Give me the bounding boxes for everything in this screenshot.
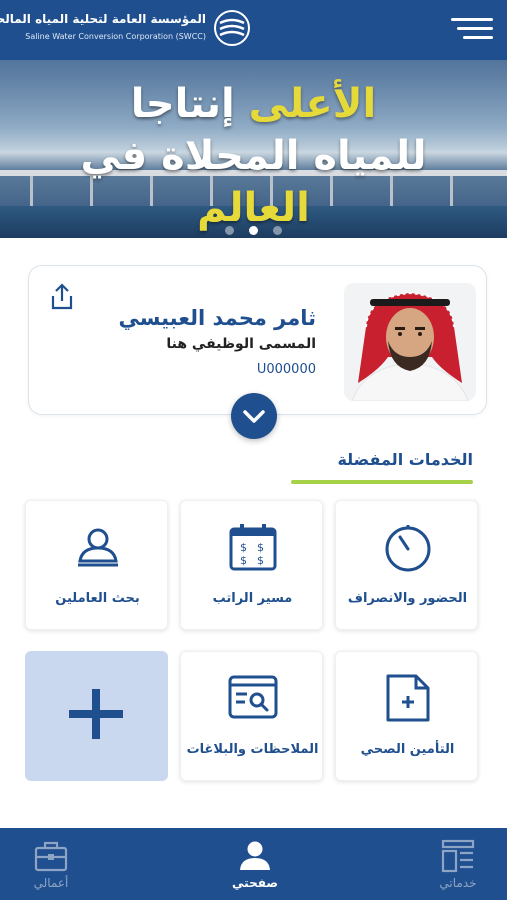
chevron-down-icon [243, 410, 265, 423]
health-insurance-icon [386, 674, 430, 722]
notes-search-icon [228, 675, 278, 719]
employee-search-icon [78, 528, 118, 567]
tile-label: التأمين الصحي [360, 742, 455, 757]
banner-line-1: الأعلى إنتاجا [0, 78, 507, 130]
top-header: المؤسسة العامة لتحلية المياه المالحة Sal… [0, 0, 507, 60]
nav-my-page[interactable]: صفحتي [210, 828, 300, 900]
tile-label: الحضور والانصراف [347, 591, 468, 606]
avatar [344, 283, 476, 401]
banner-line-2: للمياه المحلاة في [80, 133, 427, 179]
nav-my-services[interactable]: خدماتي [413, 828, 503, 900]
banner-pagination [0, 220, 507, 235]
nav-my-work[interactable]: أعمالي [6, 828, 96, 900]
favorites-title-underline [291, 480, 473, 484]
tile-label: الملاحظات والبلاغات [186, 742, 319, 757]
nav-label: صفحتي [232, 876, 278, 890]
banner-word: إنتاجا [130, 81, 235, 127]
tile-notes-reports[interactable]: الملاحظات والبلاغات [180, 651, 323, 781]
briefcase-icon [34, 841, 68, 872]
tile-label: بحث العاملين [55, 591, 140, 606]
expand-profile-button[interactable] [231, 393, 277, 439]
logo-arabic-text: المؤسسة العامة لتحلية المياه المالحة [0, 12, 206, 26]
banner-headline: الأعلى إنتاجا للمياه المحلاة في العالم [0, 78, 507, 234]
nav-label: أعمالي [33, 876, 69, 890]
svg-text:$: $ [257, 554, 264, 567]
tile-health-insurance[interactable]: التأمين الصحي [335, 651, 478, 781]
bottom-navigation: خدماتي صفحتي أعمالي [0, 828, 507, 900]
avatar-photo [344, 283, 476, 401]
share-icon[interactable] [47, 282, 77, 312]
banner-dot-active[interactable] [249, 226, 258, 235]
add-favorite-button[interactable] [25, 651, 168, 781]
payroll-calendar-icon: $ $ $ $ [229, 524, 277, 571]
banner-dot[interactable] [224, 226, 234, 235]
tile-employee-search[interactable]: بحث العاملين [25, 500, 168, 630]
dashboard-icon [441, 839, 475, 873]
tile-attendance[interactable]: الحضور والانصراف [335, 500, 478, 630]
tile-label: مسير الراتب [212, 591, 293, 606]
logo-english-text: Saline Water Conversion Corporation (SWC… [25, 32, 206, 41]
timer-icon [385, 525, 431, 572]
app-screen: المؤسسة العامة لتحلية المياه المالحة Sal… [0, 0, 507, 900]
promo-banner[interactable]: الأعلى إنتاجا للمياه المحلاة في العالم [0, 60, 507, 238]
user-icon [240, 841, 270, 870]
tile-payroll[interactable]: $ $ $ $ مسير الراتب [180, 500, 323, 630]
plus-icon [69, 689, 123, 739]
hamburger-menu-icon[interactable] [451, 14, 493, 44]
swcc-logo: المؤسسة العامة لتحلية المياه المالحة Sal… [0, 6, 252, 52]
employee-job-title: المسمى الوظيفي هنا [166, 336, 316, 352]
favorites-section-title: الخدمات المفضلة [337, 450, 473, 469]
employee-id: U000000 [256, 362, 316, 377]
banner-highlight-word: الأعلى [248, 81, 377, 127]
swcc-logo-mark-icon [214, 10, 250, 46]
employee-name: ثامر محمد العبيسي [118, 306, 316, 330]
svg-text:$: $ [240, 541, 247, 554]
nav-label: خدماتي [439, 876, 477, 890]
svg-text:$: $ [257, 541, 264, 554]
svg-text:$: $ [240, 554, 247, 567]
